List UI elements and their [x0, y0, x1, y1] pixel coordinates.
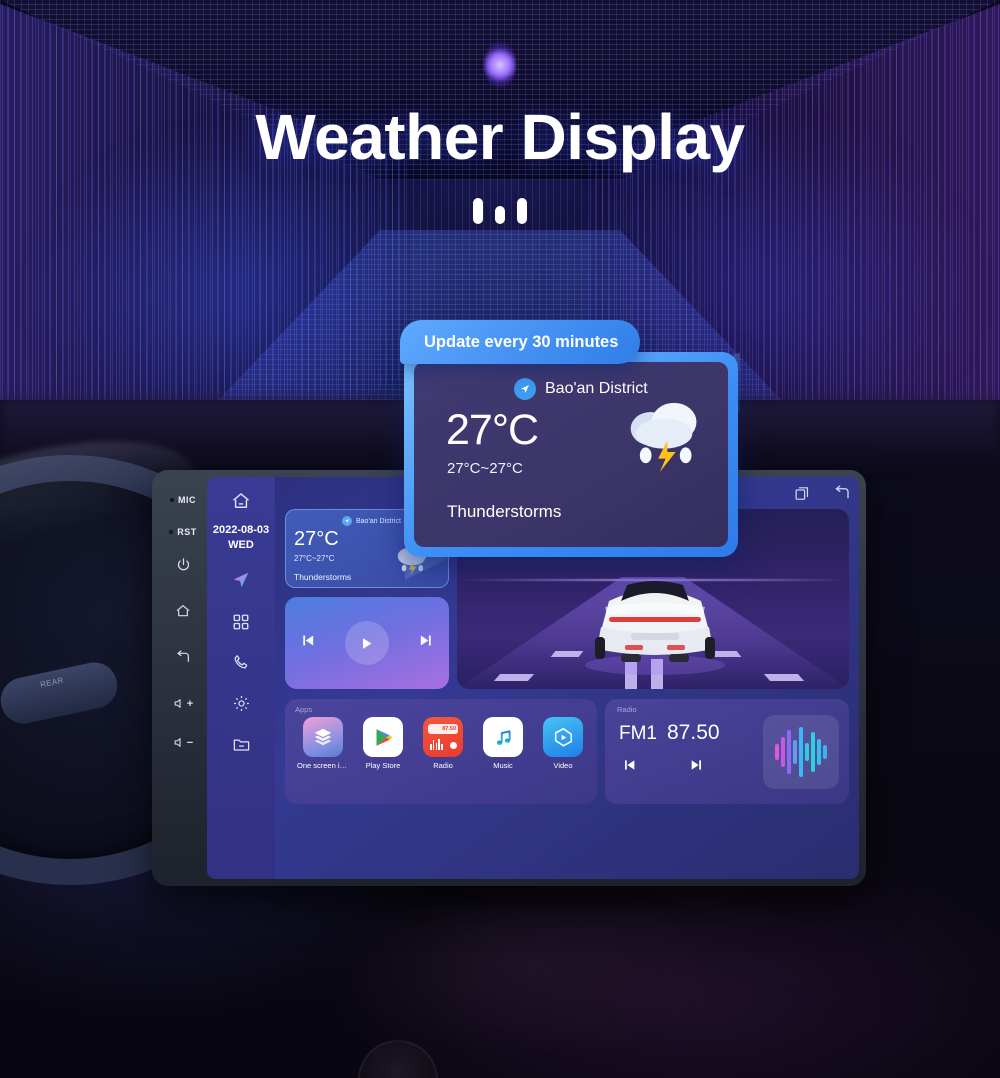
vanishing-point-glow	[484, 42, 516, 88]
reset-indicator[interactable]: RST	[169, 527, 197, 537]
layers-icon	[303, 717, 343, 757]
apps-card-label: Apps	[295, 705, 313, 714]
screenshot-stage: REAR 20 20 A/C AUTO ▽ ♪ ♪ ♫ ⟳ Weather Di…	[0, 0, 1000, 1078]
popup-temperature: 27°C	[446, 406, 539, 454]
mic-led-icon	[170, 498, 174, 502]
weather-popup: Bao'an District 27°C 27°C~27°C Thunderst…	[400, 320, 738, 557]
sidebar-item-settings[interactable]	[232, 694, 251, 713]
pager-dot-1[interactable]	[472, 198, 483, 224]
prev-track-button[interactable]	[299, 632, 316, 654]
screen-sidebar: 2022-08-03 WED	[207, 477, 275, 879]
navigation-arrow-icon	[342, 516, 352, 526]
app-label: One screen in...	[297, 761, 349, 770]
app-label: Radio	[433, 761, 453, 770]
pager-dot-3[interactable]	[517, 198, 528, 224]
sidebar-weekday: WED	[228, 538, 254, 551]
sidebar-item-files[interactable]	[232, 735, 251, 754]
weather-widget-condition: Thunderstorms	[294, 572, 352, 582]
radio-next-button[interactable]	[689, 757, 705, 778]
popup-condition: Thunderstorms	[447, 502, 562, 521]
climate-control-panel: 20 20 A/C AUTO ▽ ♪ ♪ ♫ ⟳	[330, 905, 730, 1055]
apps-card: Apps One screen in... Play Store 87.50 R…	[285, 699, 597, 804]
app-label: Video	[553, 761, 573, 770]
mic-indicator: MIC	[170, 495, 196, 505]
back-button[interactable]	[833, 485, 851, 508]
sidebar-item-navigation[interactable]	[230, 569, 252, 591]
play-store-icon	[363, 717, 403, 757]
thunderstorm-icon	[630, 402, 697, 472]
weather-widget-location-text: Bao'an District	[356, 517, 401, 525]
weather-popup-frame: Bao'an District 27°C 27°C~27°C Thunderst…	[400, 320, 738, 557]
play-button[interactable]	[344, 621, 389, 665]
media-widget[interactable]	[285, 597, 449, 689]
pager-dot-2[interactable]	[495, 206, 505, 224]
popup-temperature-range: 27°C~27°C	[447, 460, 523, 477]
navigation-arrow-icon	[514, 378, 536, 400]
audio-wave-icon[interactable]	[763, 715, 839, 789]
music-note-icon	[483, 717, 523, 757]
power-button[interactable]	[176, 557, 191, 577]
screen-topbar	[794, 485, 851, 508]
sidebar-date: 2022-08-03	[212, 524, 270, 536]
radio-icon-frequency: 87.50	[442, 726, 456, 732]
radio-card: Radio FM1 87.50	[605, 699, 849, 804]
sidebar-item-apps[interactable]	[232, 613, 250, 631]
weather-widget-range: 27°C~27°C	[294, 554, 335, 563]
update-interval-badge: Update every 30 minutes	[400, 320, 641, 364]
lane-marker	[493, 674, 535, 681]
back-button[interactable]	[175, 650, 191, 671]
app-video[interactable]: Video	[537, 717, 589, 770]
weather-widget-location: Bao'an District	[342, 516, 401, 526]
page-title: Weather Display	[255, 101, 745, 173]
rst-led-icon	[169, 530, 174, 534]
next-track-button[interactable]	[418, 632, 435, 654]
sidebar-item-home[interactable]	[231, 491, 251, 511]
app-one-screen[interactable]: One screen in...	[297, 717, 349, 770]
radio-band: FM1	[619, 723, 657, 744]
home-button[interactable]	[175, 603, 191, 624]
radio-icon: 87.50	[423, 717, 463, 757]
app-label: Play Store	[365, 761, 401, 770]
volume-down-button[interactable]: −	[173, 736, 193, 749]
sidebar-item-phone[interactable]	[232, 653, 251, 672]
rst-label: RST	[177, 527, 197, 537]
app-play-store[interactable]: Play Store	[357, 717, 409, 770]
weather-widget-temperature: 27°C	[294, 528, 339, 550]
recent-apps-button[interactable]	[794, 485, 811, 508]
apps-row: One screen in... Play Store 87.50 Radio …	[293, 717, 593, 770]
app-label: Music	[493, 761, 513, 770]
mic-label: MIC	[178, 495, 196, 505]
car-illustration	[585, 581, 725, 675]
pager-dots	[0, 198, 1000, 224]
radio-prev-button[interactable]	[621, 757, 637, 778]
weather-popup-card: Bao'an District 27°C 27°C~27°C Thunderst…	[414, 362, 728, 547]
sidebar-date-block: 2022-08-03 WED	[213, 523, 269, 553]
video-play-icon	[543, 717, 583, 757]
radio-frequency: 87.50	[667, 721, 720, 744]
app-music[interactable]: Music	[477, 717, 529, 770]
app-radio[interactable]: 87.50 Radio	[417, 717, 469, 770]
lane-marker	[763, 674, 805, 681]
volume-up-button[interactable]: +	[173, 697, 193, 710]
device-bezel-buttons: MIC RST + −	[159, 477, 207, 879]
radio-card-label: Radio	[617, 705, 637, 714]
